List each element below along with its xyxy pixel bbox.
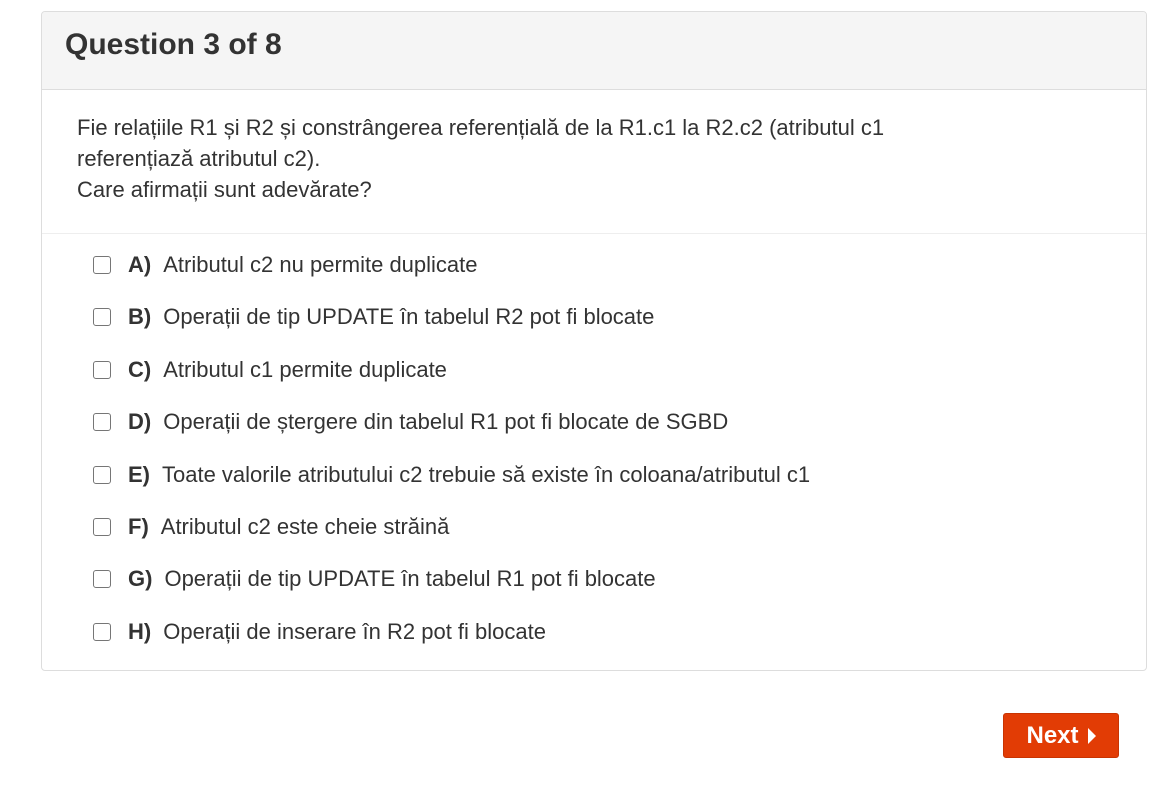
answer-letter: F)	[128, 514, 149, 539]
answer-letter: A)	[128, 252, 152, 277]
next-button-label: Next	[1026, 721, 1079, 749]
caret-right-icon	[1087, 727, 1096, 744]
answer-text: Atributul c2 este cheie străină	[160, 514, 450, 539]
checkbox-g[interactable]	[93, 570, 111, 588]
answer-option-d[interactable]: D) Operații de ștergere din tabelul R1 p…	[93, 407, 728, 437]
question-line: referențiază atributul c2).	[77, 146, 321, 171]
answer-option-g[interactable]: G) Operații de tip UPDATE în tabelul R1 …	[93, 564, 656, 594]
answer-text: Operații de tip UPDATE în tabelul R1 pot…	[164, 566, 656, 591]
question-line: Fie relațiile R1 și R2 și constrângerea …	[77, 115, 885, 140]
answer-letter: G)	[128, 566, 153, 591]
answer-option-e[interactable]: E) Toate valorile atributului c2 trebuie…	[93, 460, 810, 490]
answer-text: Operații de tip UPDATE în tabelul R2 pot…	[163, 304, 655, 329]
answer-text: Toate valorile atributului c2 trebuie să…	[162, 462, 811, 487]
answer-letter: D)	[128, 409, 152, 434]
answer-option-b[interactable]: B) Operații de tip UPDATE în tabelul R2 …	[93, 302, 654, 332]
answer-text: Operații de inserare în R2 pot fi blocat…	[163, 619, 546, 644]
checkbox-c[interactable]	[93, 361, 111, 379]
answer-option-a[interactable]: A) Atributul c2 nu permite duplicate	[93, 250, 478, 280]
answer-text: Atributul c2 nu permite duplicate	[163, 252, 478, 277]
answer-letter: H)	[128, 619, 152, 644]
next-button[interactable]: Next	[1003, 713, 1119, 758]
answer-option-f[interactable]: F) Atributul c2 este cheie străină	[93, 512, 449, 542]
question-text: Fie relațiile R1 și R2 și constrângerea …	[42, 90, 1146, 234]
question-line: Care afirmații sunt adevărate?	[77, 177, 372, 202]
checkbox-f[interactable]	[93, 518, 111, 536]
answer-letter: C)	[128, 357, 152, 382]
checkbox-e[interactable]	[93, 466, 111, 484]
question-panel: Question 3 of 8 Fie relațiile R1 și R2 ș…	[41, 11, 1147, 671]
answer-letter: E)	[128, 462, 150, 487]
checkbox-h[interactable]	[93, 623, 111, 641]
page-title: Question 3 of 8	[65, 27, 282, 61]
checkbox-a[interactable]	[93, 256, 111, 274]
checkbox-b[interactable]	[93, 308, 111, 326]
answer-text: Atributul c1 permite duplicate	[163, 357, 447, 382]
answer-letter: B)	[128, 304, 152, 329]
panel-heading: Question 3 of 8	[42, 12, 1146, 90]
answer-option-h[interactable]: H) Operații de inserare în R2 pot fi blo…	[93, 617, 546, 647]
answer-option-c[interactable]: C) Atributul c1 permite duplicate	[93, 355, 447, 385]
checkbox-d[interactable]	[93, 413, 111, 431]
answer-text: Operații de ștergere din tabelul R1 pot …	[163, 409, 729, 434]
